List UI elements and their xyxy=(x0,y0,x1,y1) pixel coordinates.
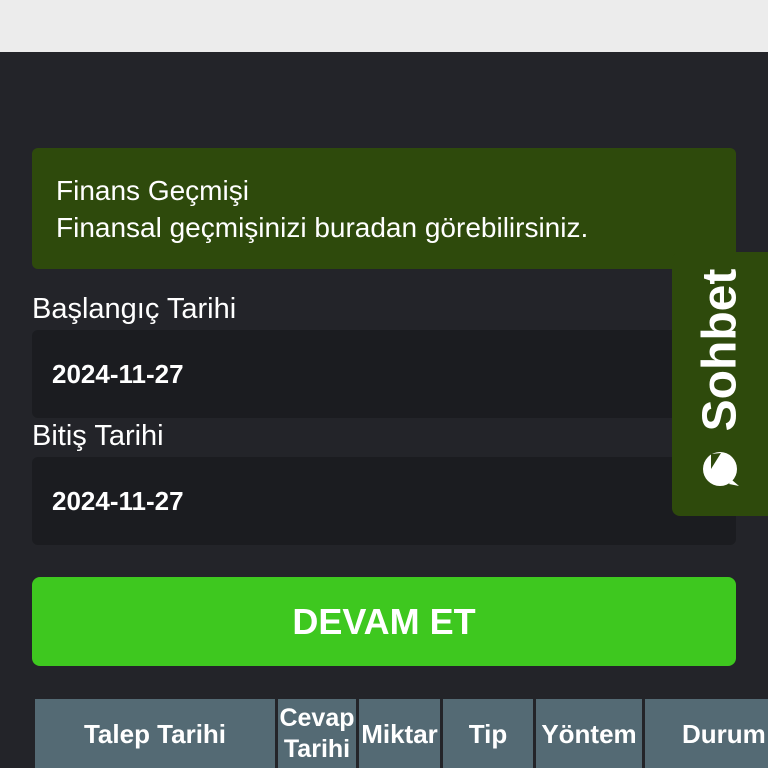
column-header-type[interactable]: Tip xyxy=(443,699,533,768)
chat-bubble-icon xyxy=(703,452,739,486)
browser-top-bar xyxy=(0,0,768,52)
column-header-response-date[interactable]: Cevap Tarihi xyxy=(278,699,356,768)
end-date-label: Bitiş Tarihi xyxy=(32,420,164,452)
column-header-method[interactable]: Yöntem xyxy=(536,699,642,768)
column-header-status[interactable]: Durum xyxy=(645,699,768,768)
chat-tab[interactable]: Sohbet xyxy=(672,252,768,516)
continue-button[interactable]: DEVAM ET xyxy=(32,577,736,666)
info-title: Finans Geçmişi xyxy=(56,175,249,206)
start-date-label: Başlangıç Tarihi xyxy=(32,293,237,325)
end-date-input[interactable] xyxy=(32,457,736,545)
column-header-request-date[interactable]: Talep Tarihi xyxy=(35,699,275,768)
info-subtitle: Finansal geçmişinizi buradan görebilirsi… xyxy=(56,212,589,243)
info-box: Finans Geçmişi Finansal geçmişinizi bura… xyxy=(32,148,736,269)
chat-label: Sohbet xyxy=(693,268,747,432)
history-table-header: Talep Tarihi Cevap Tarihi Miktar Tip Yön… xyxy=(35,699,768,768)
column-header-amount[interactable]: Miktar xyxy=(359,699,440,768)
start-date-input[interactable] xyxy=(32,330,736,418)
